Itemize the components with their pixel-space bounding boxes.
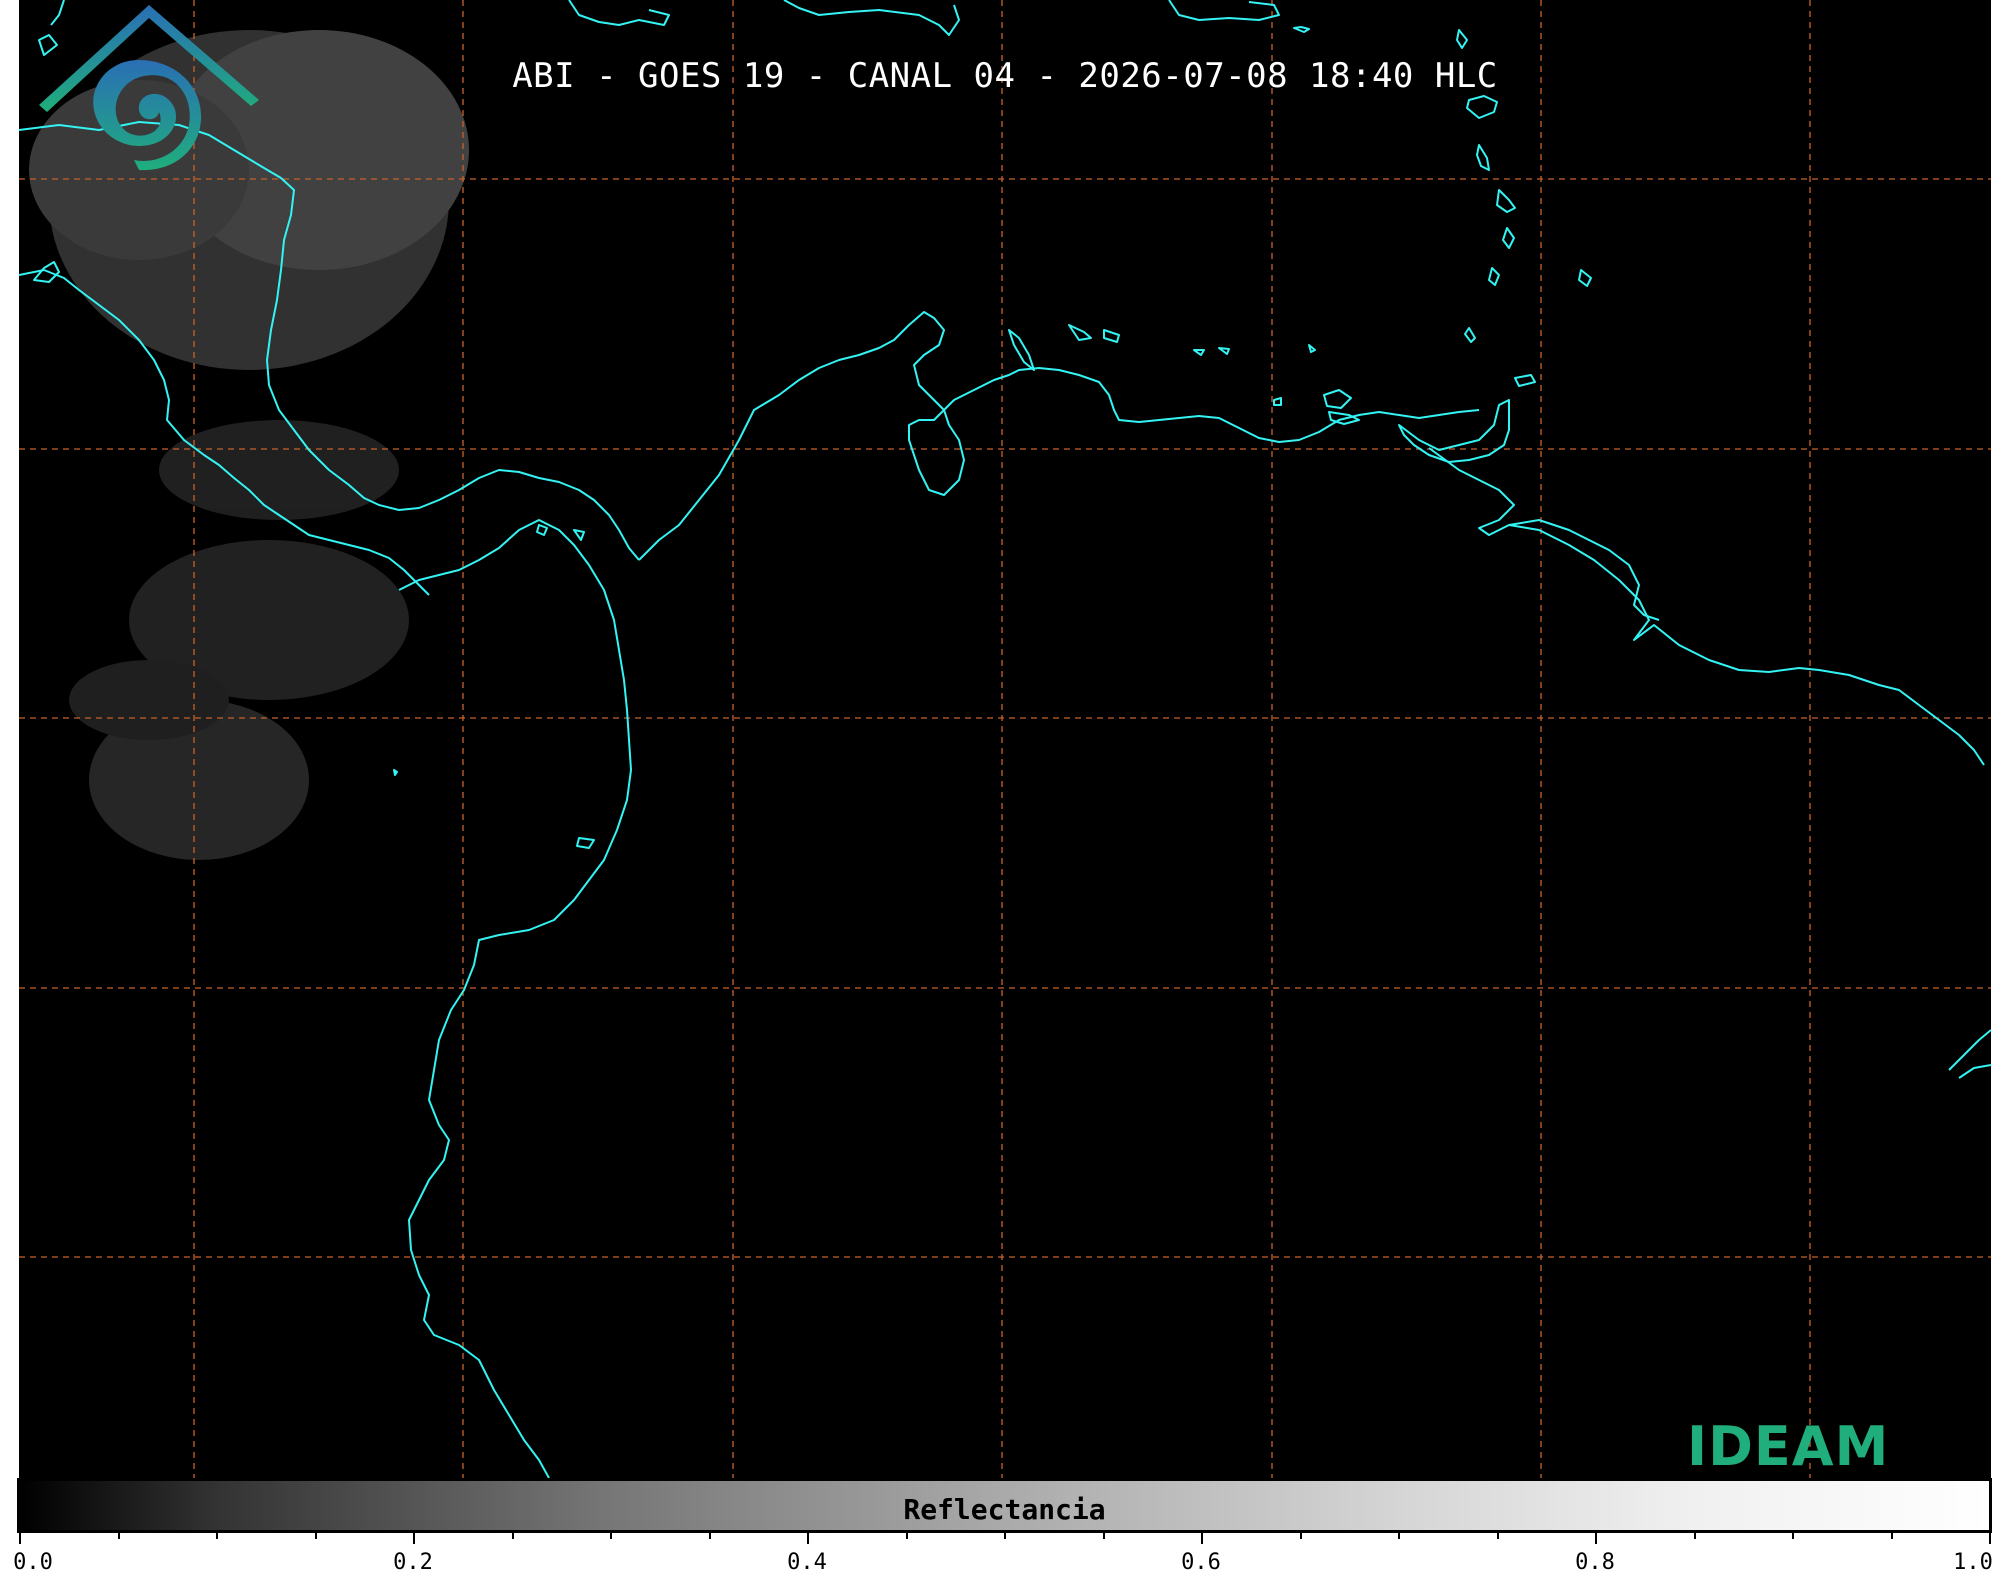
colorbar-minor-tick (216, 1530, 218, 1539)
ideam-logo-icon (39, 5, 259, 171)
colorbar-minor-tick (118, 1530, 120, 1539)
map-layers (19, 0, 1991, 1478)
colorbar-minor-tick (1398, 1530, 1400, 1539)
colorbar-tick-label: 0.0 (13, 1550, 53, 1575)
colorbar-minor-tick (1891, 1530, 1893, 1539)
satellite-map: ABI - GOES 19 - CANAL 04 - 2026-07-08 18… (19, 0, 1991, 1478)
colorbar-major-tick (413, 1530, 415, 1544)
colorbar-major-tick (1201, 1530, 1203, 1544)
logo-text: IDEAM (1687, 1415, 1890, 1478)
colorbar-major-tick (807, 1530, 809, 1544)
colorbar-major-tick (19, 1530, 21, 1544)
colorbar-tick-label: 0.4 (787, 1550, 827, 1575)
colorbar-minor-tick (709, 1530, 711, 1539)
colorbar-label: Reflectancia (903, 1493, 1106, 1526)
colorbar-tick-label: 0.8 (1575, 1550, 1615, 1575)
colorbar-minor-tick (315, 1530, 317, 1539)
colorbar-major-tick (1595, 1530, 1597, 1544)
colorbar-tick-label: 0.2 (393, 1550, 433, 1575)
map-title: ABI - GOES 19 - CANAL 04 - 2026-07-08 18… (512, 56, 1498, 96)
colorbar-major-tick (1989, 1530, 1991, 1544)
colorbar-minor-tick (610, 1530, 612, 1539)
colorbar-minor-tick (1497, 1530, 1499, 1539)
colorbar-minor-tick (1300, 1530, 1302, 1539)
colorbar: Reflectancia (17, 1478, 1992, 1533)
colorbar-ticks: 0.0 0.2 0.4 0.6 0.8 1.0 (13, 1530, 1993, 1577)
colorbar-minor-tick (906, 1530, 908, 1539)
colorbar-tick-label: 0.6 (1181, 1550, 1221, 1575)
colorbar-tick-label: 1.0 (1953, 1550, 1993, 1575)
colorbar-minor-tick (1792, 1530, 1794, 1539)
colorbar-minor-tick (1694, 1530, 1696, 1539)
colorbar-minor-tick (1004, 1530, 1006, 1539)
colorbar-minor-tick (512, 1530, 514, 1539)
colorbar-minor-tick (1103, 1530, 1105, 1539)
